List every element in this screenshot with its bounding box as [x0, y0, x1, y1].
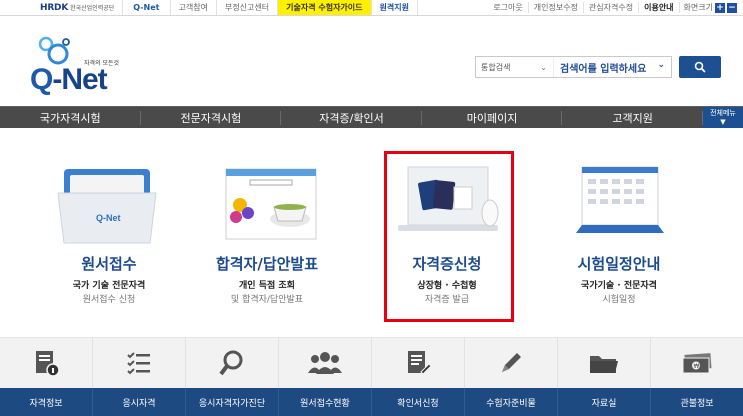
link-usage-guide[interactable]: 이용안내: [639, 2, 680, 13]
tile-title: 합격자/답안발표: [215, 255, 319, 273]
zoom-control: 화면크기 + −: [680, 2, 743, 13]
quick-label-self-diagnosis[interactable]: 응시자격자가진단: [186, 388, 279, 416]
link-examinee-guide[interactable]: 기술자격 수험자가이드: [278, 0, 372, 15]
magnifier-icon: [219, 350, 243, 376]
link-logout[interactable]: 로그아웃: [488, 2, 529, 13]
search-icon: [694, 61, 706, 73]
quick-label-eligibility[interactable]: 응시자격: [93, 388, 186, 416]
chevron-down-icon: ⌄: [657, 59, 665, 70]
quick-label-qualification-info[interactable]: 자격정보: [0, 388, 93, 416]
site-header: 자격의 모든것 Q-Net 통합검색 ⌄ 검색어를 입력하세요 ⌄: [0, 17, 743, 105]
quick-cell-examinee-supplies[interactable]: [465, 338, 558, 388]
tile-description: 시험일정: [602, 295, 636, 305]
all-menu-button[interactable]: 전체메뉴 ▼: [702, 107, 743, 128]
quick-label-confirmation-request[interactable]: 확인서신청: [372, 388, 465, 416]
qnet-mini-logo[interactable]: Q-Net: [123, 0, 171, 15]
nav-national-exam[interactable]: 국가자격시험: [0, 107, 141, 128]
zoom-out-button[interactable]: −: [727, 2, 737, 13]
quick-cell-eligibility[interactable]: [93, 338, 186, 388]
link-edit-profile[interactable]: 개인정보수정: [529, 2, 584, 13]
quick-label-bar: 자격정보 응시자격 응시자격자가진단 원서접수현황 확인서신청 수험자준비물 자…: [0, 388, 743, 416]
qnet-mini-logo-text: Q-Net: [133, 3, 160, 12]
calendar-illustration-icon: [576, 166, 664, 233]
tile-title: 시험일정안내: [577, 255, 661, 273]
quick-cell-qualification-info[interactable]: [0, 338, 93, 388]
qnet-homepage: HRDK 한국산업인력공단 Q-Net 고객참여 부정신고센터 기술자격 수험자…: [0, 0, 743, 416]
tile-application[interactable]: Q-Net 원서접수 국가 기술 전문자격 원서접수 신청: [34, 129, 184, 319]
hrdk-logo-subtext: 한국산업인력공단: [70, 5, 115, 12]
tile-exam-schedule[interactable]: 시험일정안내 국가기술 · 전문자격 시험일정: [544, 129, 694, 319]
quick-label-archive[interactable]: 자료실: [558, 388, 651, 416]
tile-description: 원서접수 신청: [82, 295, 136, 305]
nav-mypage[interactable]: 마이페이지: [422, 107, 563, 128]
nav-professional-exam[interactable]: 전문자격시험: [141, 107, 282, 128]
quick-cell-application-status[interactable]: [279, 338, 372, 388]
highlight-box: [384, 151, 514, 322]
link-customer-participation[interactable]: 고객참여: [171, 0, 217, 15]
tile-subtitle: 국가 기술 전문자격: [72, 281, 146, 291]
search-box: 통합검색 ⌄ 검색어를 입력하세요 ⌄: [475, 56, 672, 78]
search-scope-select[interactable]: 통합검색 ⌄: [476, 57, 554, 77]
tile-description: 및 합격자/답안발표: [230, 295, 304, 305]
link-remote-support[interactable]: 원격지원: [372, 0, 418, 15]
chevron-down-icon: ⌄: [540, 62, 547, 72]
quick-cell-archive[interactable]: [558, 338, 651, 388]
chevron-down-icon: ▼: [720, 117, 726, 126]
folder-icon: [590, 356, 618, 373]
quick-label-refund-info[interactable]: 관불정보: [651, 388, 743, 416]
checklist-icon: [127, 352, 150, 375]
quick-label-examinee-supplies[interactable]: 수험자준비물: [465, 388, 558, 416]
tile-subtitle: 국가기술 · 전문자격: [581, 281, 657, 291]
hrdk-logo-text: HRDK: [40, 2, 69, 13]
zoom-in-button[interactable]: +: [715, 2, 725, 13]
tile-subtitle: 개인 득점 조회: [239, 281, 295, 291]
folder-illustration-icon: Q-Net: [57, 169, 157, 244]
nav-certificate[interactable]: 자격증/확인서: [281, 107, 422, 128]
quick-icon-strip: ₩: [0, 337, 743, 388]
link-edit-interests[interactable]: 관심자격수정: [584, 2, 640, 13]
search-input[interactable]: 검색어를 입력하세요 ⌄: [554, 60, 671, 75]
svg-text:Q-Net: Q-Net: [96, 213, 121, 223]
service-tiles: Q-Net 원서접수 국가 기술 전문자격 원서접수 신청 합격자/답안발표 개…: [0, 129, 743, 337]
quick-label-application-status[interactable]: 원서접수현황: [279, 388, 372, 416]
people-icon: [308, 352, 342, 374]
logo-wordmark: Q-Net: [30, 63, 108, 96]
utility-bar: HRDK 한국산업인력공단 Q-Net 고객참여 부정신고센터 기술자격 수험자…: [0, 0, 743, 16]
svg-text:₩: ₩: [694, 363, 700, 370]
money-icon: ₩: [682, 353, 712, 374]
link-fraud-report[interactable]: 부정신고센터: [217, 0, 279, 15]
tile-results[interactable]: 합격자/답안발표 개인 득점 조회 및 합격자/답안발표: [192, 129, 342, 319]
quick-cell-confirmation-request[interactable]: [372, 338, 465, 388]
browser-teacup-illustration-icon: [225, 168, 317, 240]
document-info-icon: [36, 351, 60, 377]
qnet-logo[interactable]: 자격의 모든것 Q-Net: [30, 36, 140, 97]
document-pen-icon: [408, 351, 432, 375]
tile-title: 원서접수: [81, 255, 137, 273]
search-button[interactable]: [679, 56, 721, 78]
hrdk-logo[interactable]: HRDK 한국산업인력공단: [0, 0, 124, 15]
nav-customer-support[interactable]: 고객지원: [562, 107, 703, 128]
main-nav: 국가자격시험 전문자격시험 자격증/확인서 마이페이지 고객지원 전체메뉴 ▼: [0, 106, 743, 128]
quick-cell-self-diagnosis[interactable]: [186, 338, 279, 388]
quick-cell-refund-info[interactable]: ₩: [651, 338, 743, 388]
pencil-icon: [502, 353, 521, 372]
zoom-label: 화면크기: [683, 3, 713, 12]
